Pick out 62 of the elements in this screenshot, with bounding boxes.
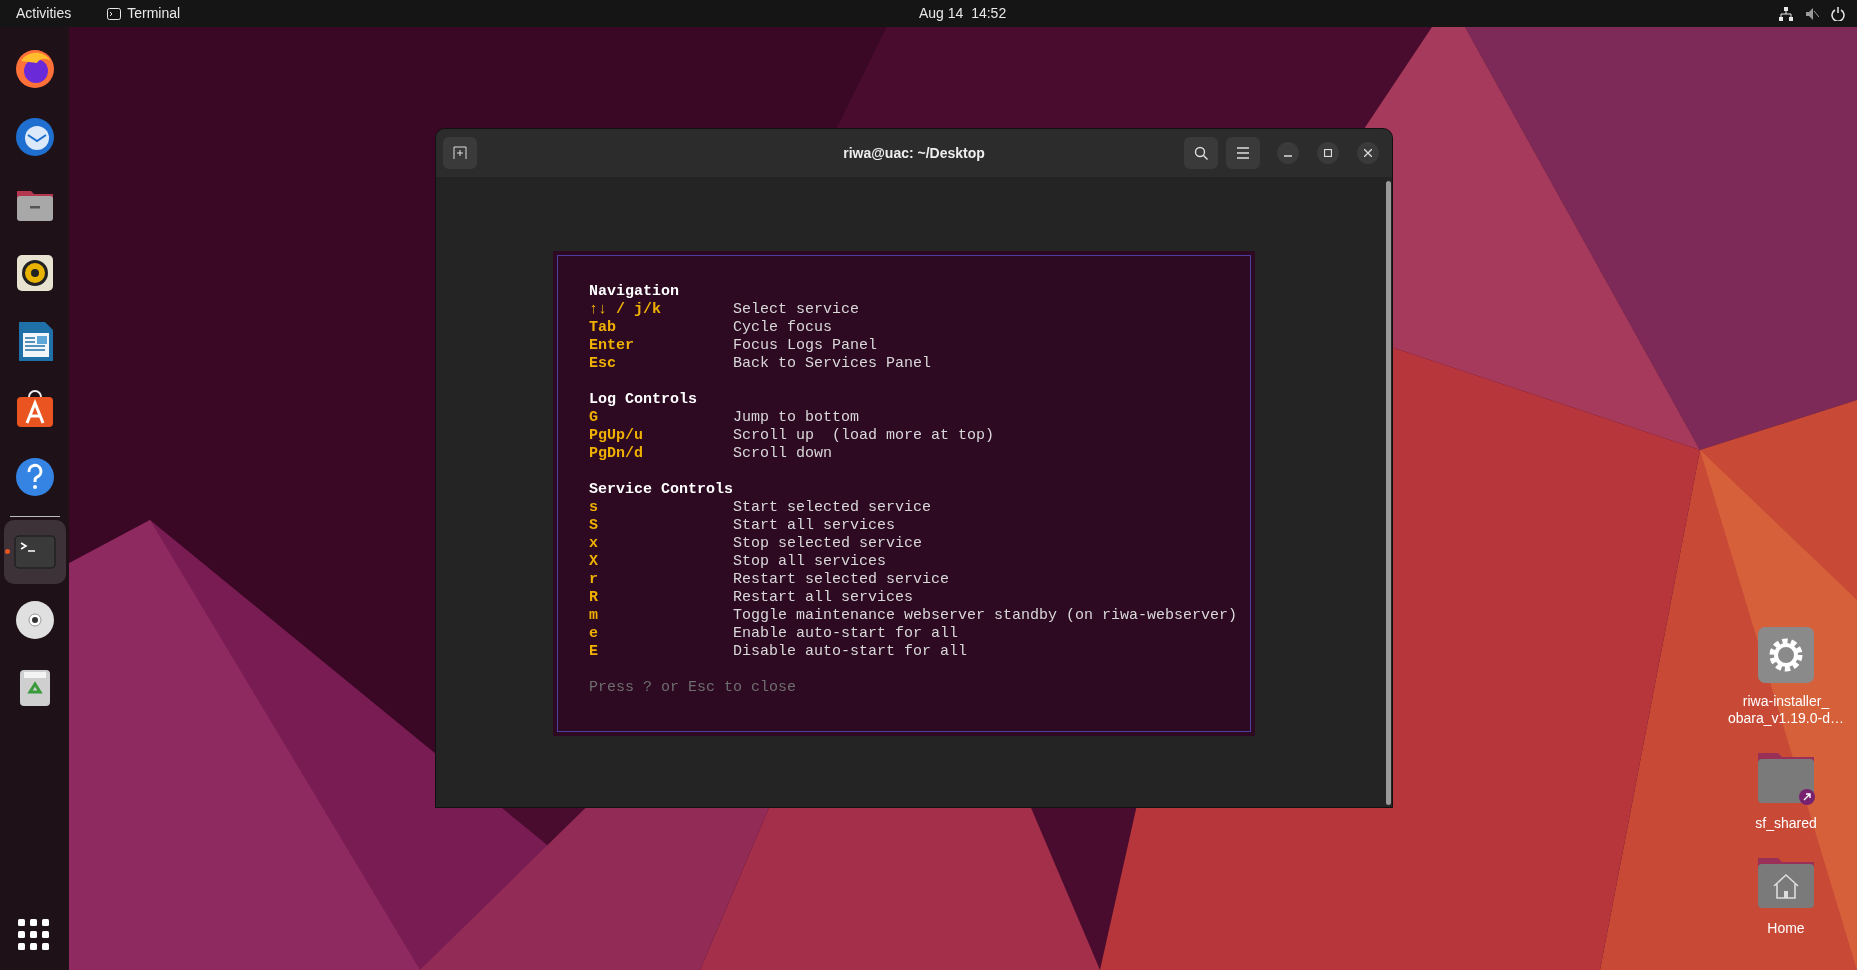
section-heading: Service Controls — [589, 481, 734, 499]
search-button[interactable] — [1184, 137, 1218, 169]
desktop-icon-label[interactable]: riwa-installer_ obara_v1.19.0-d… — [1728, 693, 1844, 727]
section-heading: Log Controls — [589, 391, 698, 409]
shortcut-key: s — [589, 499, 733, 517]
desktop-icon-label[interactable]: sf_shared — [1755, 815, 1817, 832]
shortcut-description: Cycle focus — [733, 319, 833, 337]
menu-button[interactable] — [1226, 137, 1260, 169]
new-tab-icon — [453, 146, 467, 160]
shortcut-key: S — [589, 517, 733, 535]
shortcut-description: Start all services — [733, 517, 896, 535]
shortcut-description: Restart selected service — [733, 571, 950, 589]
shortcut-key: R — [589, 589, 733, 607]
scrollbar[interactable] — [1386, 181, 1391, 805]
shortcut-description: Enable auto-start for all — [733, 625, 959, 643]
shortcut-description: Back to Services Panel — [733, 355, 932, 373]
shortcut-description: Jump to bottom — [733, 409, 860, 427]
shortcut-key: e — [589, 625, 733, 643]
speaker-muted-icon[interactable] — [1805, 6, 1819, 21]
shortcut-key: G — [589, 409, 733, 427]
app-menu[interactable]: Terminal — [107, 3, 181, 24]
shortcut-description: Focus Logs Panel — [733, 337, 878, 355]
shortcut-key: Enter — [589, 337, 733, 355]
new-tab-button[interactable] — [443, 137, 477, 169]
shortcut-description: Toggle maintenance webserver standby (on riwa-webserver) — [733, 607, 1238, 625]
search-icon — [1194, 146, 1208, 160]
shortcut-key: Tab — [589, 319, 733, 337]
shortcut-key: m — [589, 607, 733, 625]
section-heading: Navigation — [589, 283, 679, 301]
shortcut-description: Select service — [733, 301, 860, 319]
shortcut-key: ↑↓ / j/k — [589, 301, 733, 319]
shortcut-key: PgUp/u — [589, 427, 733, 445]
shortcut-description: Restart all services — [733, 589, 914, 607]
power-icon[interactable] — [1831, 6, 1845, 21]
app-grid-icon[interactable] — [18, 919, 50, 951]
clock[interactable]: Aug 14 14:52 — [919, 3, 1007, 24]
shortcut-description: Stop all services — [733, 553, 887, 571]
shortcut-key: x — [589, 535, 733, 553]
shortcut-description: Start selected service — [733, 499, 932, 517]
shortcut-key: E — [589, 643, 733, 661]
menu-icon — [1236, 147, 1250, 159]
shortcut-key: PgDn/d — [589, 445, 733, 463]
shortcut-description: Scroll up (load more at top) — [733, 427, 995, 445]
close-icon — [1364, 149, 1372, 157]
footer-hint: Press ? or Esc to close — [589, 679, 798, 697]
shortcut-description: Scroll down — [733, 445, 833, 463]
network-icon[interactable] — [1779, 6, 1793, 21]
maximize-icon — [1324, 149, 1332, 157]
maximize-button[interactable] — [1317, 142, 1339, 164]
activities-button[interactable]: Activities — [16, 3, 72, 24]
shortcut-description: Stop selected service — [733, 535, 923, 553]
window-title: riwa@uac: ~/Desktop — [843, 143, 985, 163]
shortcut-key: Esc — [589, 355, 733, 373]
shortcut-key: r — [589, 571, 733, 589]
terminal-icon — [107, 7, 122, 20]
running-indicator — [4, 549, 10, 554]
gear-icon[interactable] — [1756, 625, 1816, 685]
shortcut-description: Disable auto-start for all — [733, 643, 968, 661]
close-button[interactable] — [1357, 142, 1379, 164]
shortcut-key: X — [589, 553, 733, 571]
desktop-icon-label[interactable]: Home — [1767, 920, 1805, 937]
minimize-button[interactable] — [1277, 142, 1299, 164]
